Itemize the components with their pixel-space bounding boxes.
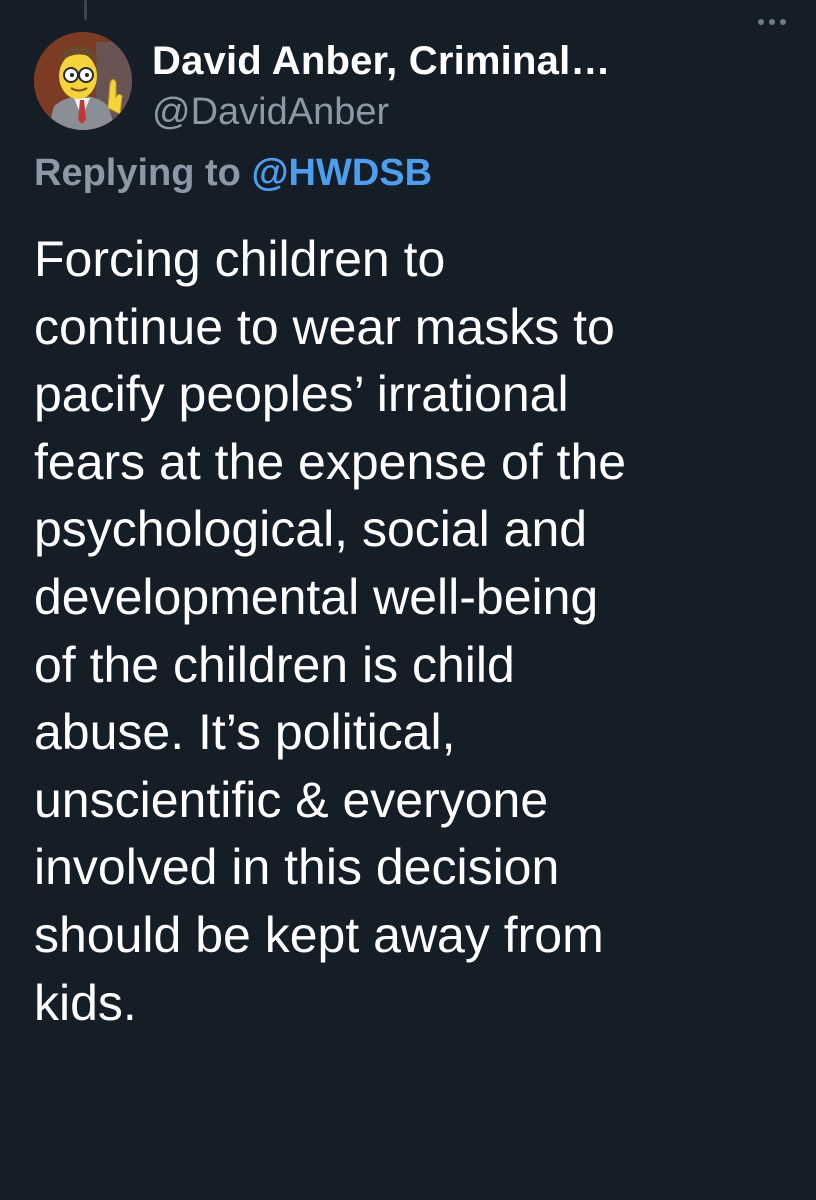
- tweet-text: Forcing children to continue to wear mas…: [34, 231, 627, 1031]
- avatar[interactable]: [34, 32, 132, 130]
- more-horizontal-icon: [758, 19, 786, 25]
- replying-to-label: Replying to: [34, 152, 252, 194]
- cartoon-man-with-glasses-avatar-icon: [34, 32, 132, 130]
- replying-to-handle-link[interactable]: @HWDSB: [251, 152, 432, 194]
- author-handle[interactable]: @DavidAnber: [152, 88, 389, 136]
- replying-to-line: Replying to @HWDSB: [34, 148, 432, 198]
- author-display-name[interactable]: David Anber, Criminal…: [152, 34, 611, 88]
- thread-connector-line: [84, 0, 87, 20]
- tweet-header: David Anber, Criminal…: [152, 34, 792, 94]
- more-options-button[interactable]: [752, 10, 792, 34]
